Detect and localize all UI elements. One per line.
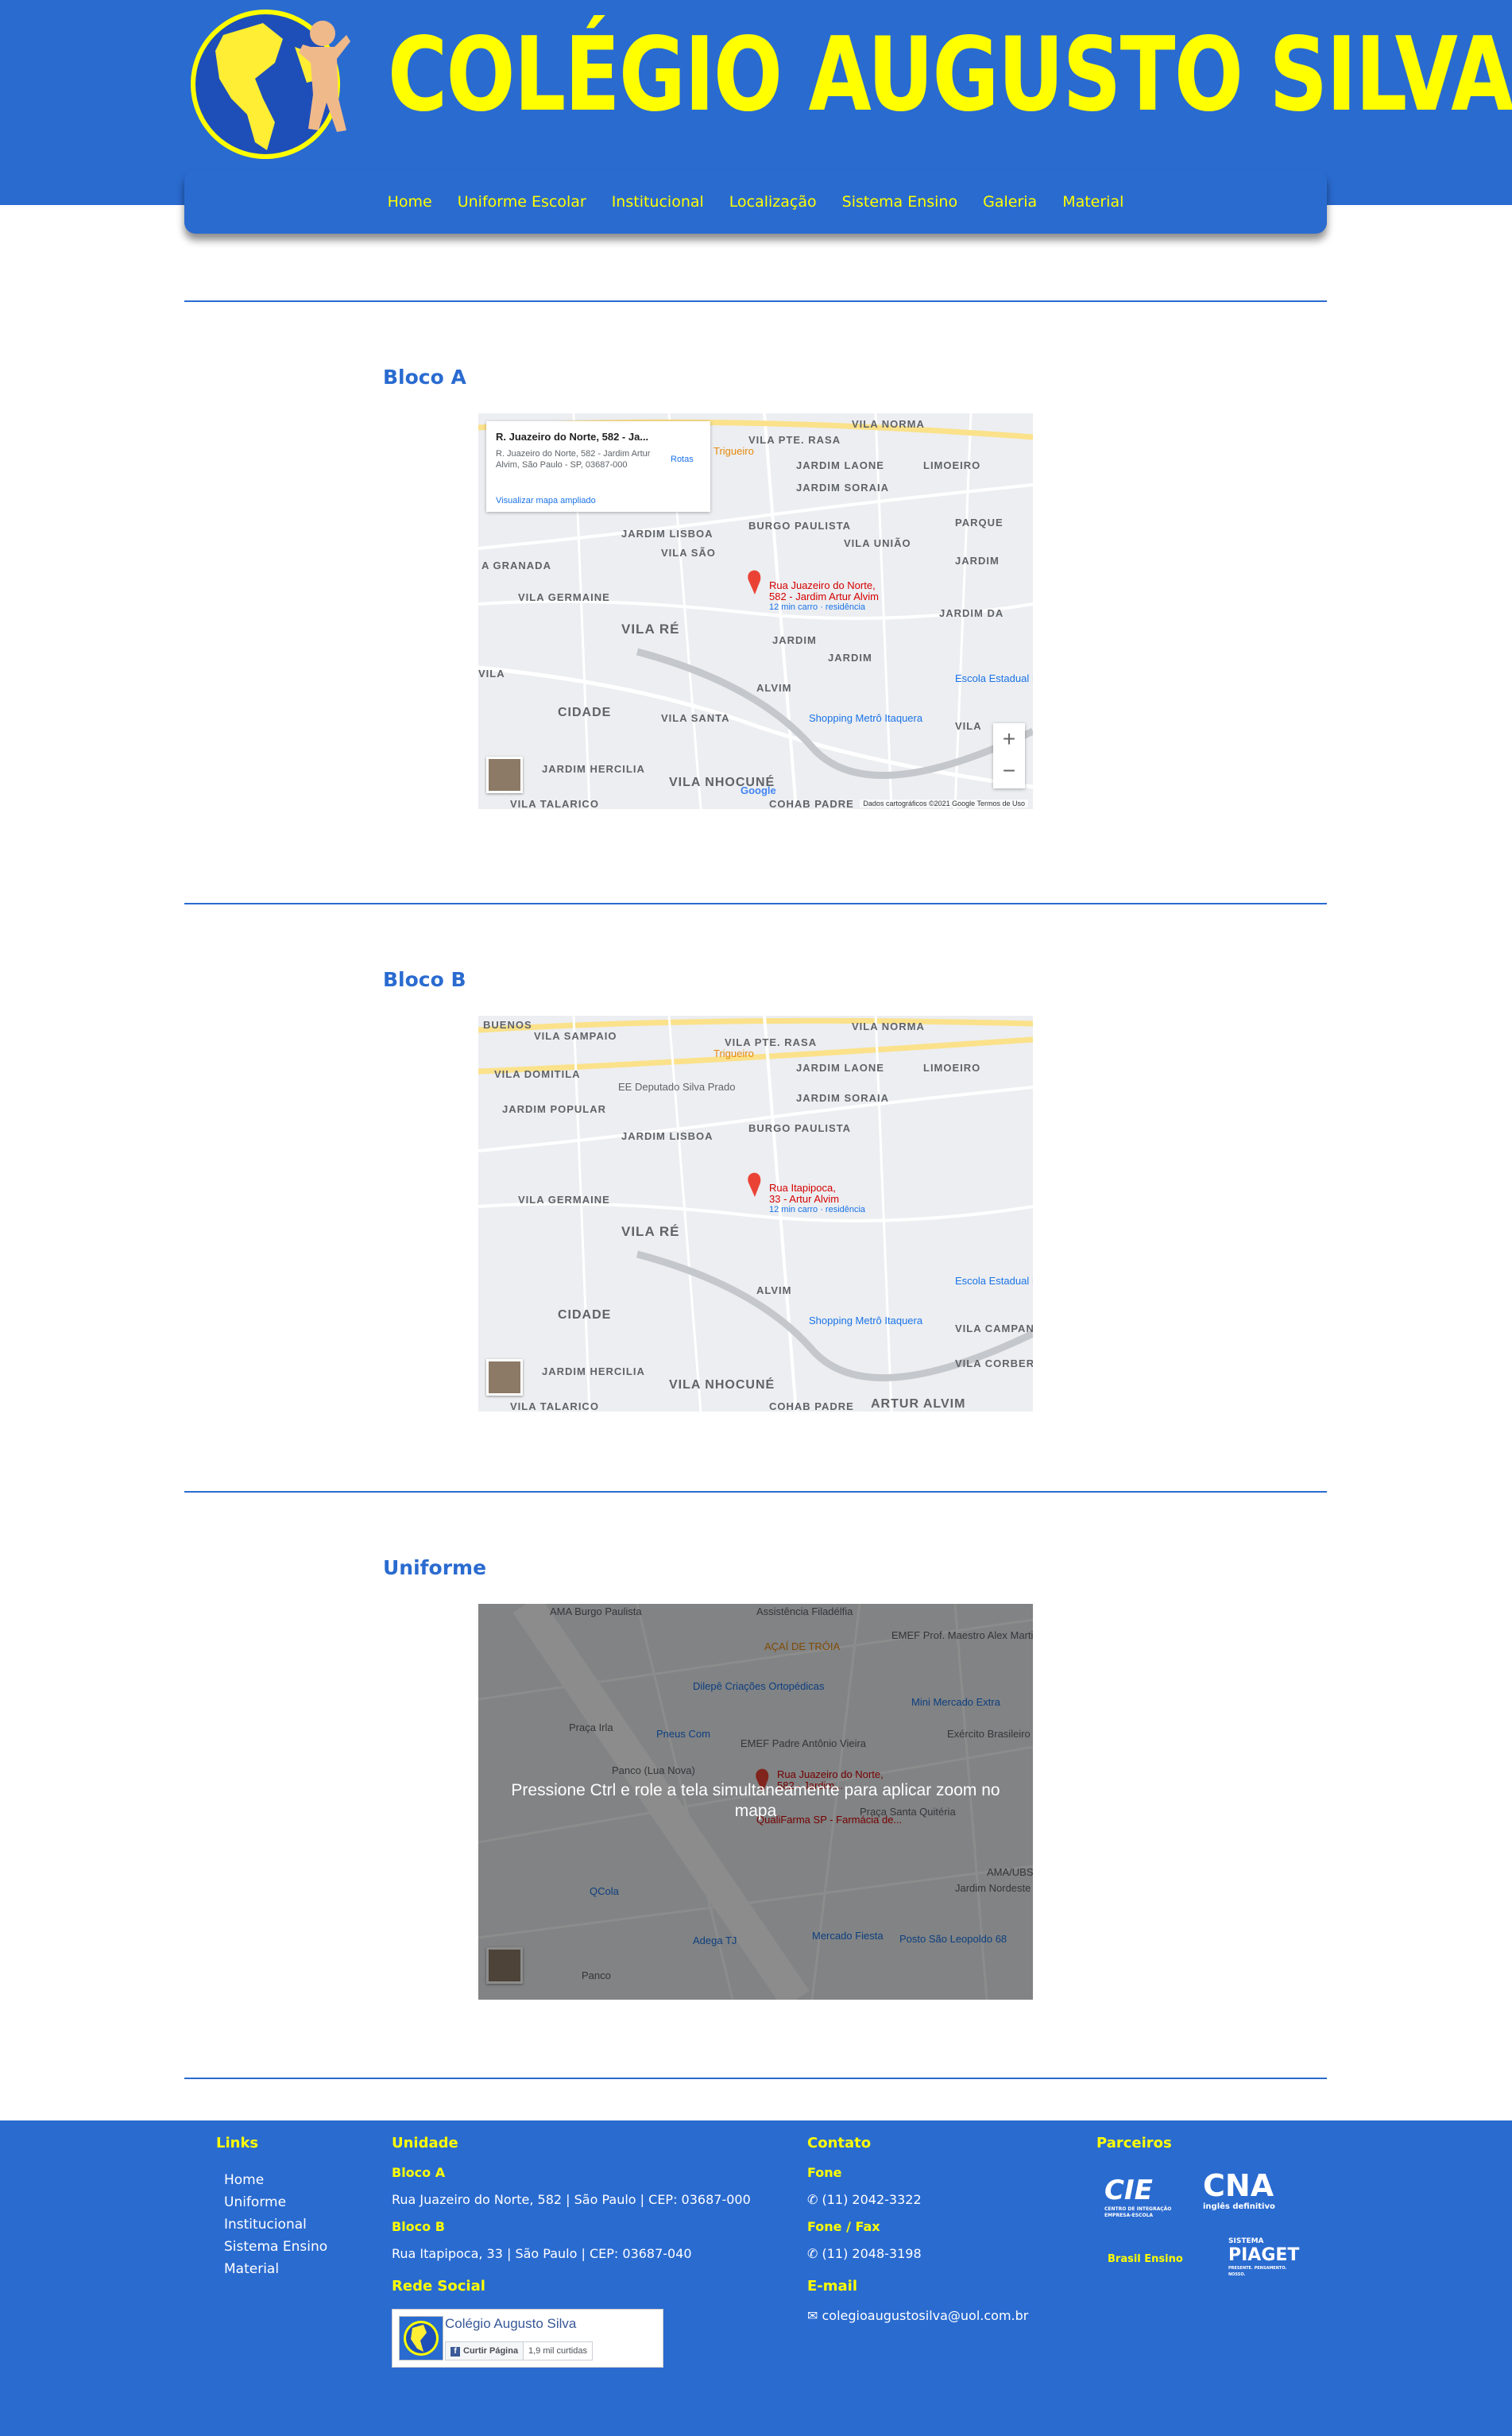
map-infobox: R. Juazeiro do Norte, 582 - Ja... R. Jua… <box>486 421 710 512</box>
facebook-like-button[interactable]: f Curtir Página <box>445 2341 524 2360</box>
map-bloco-b[interactable]: BUENOS VILA SAMPAIO VILA NORMA VILA PTE.… <box>478 1016 1033 1412</box>
directions-link[interactable]: Rotas <box>671 455 694 464</box>
footer-unidade-title: Unidade <box>392 2135 458 2151</box>
facebook-page-name[interactable]: Colégio Augusto Silva <box>445 2316 576 2332</box>
section-title-uniforme: Uniforme <box>383 1556 487 1579</box>
footer-link-sistema-ensino[interactable]: Sistema Ensino <box>224 2239 327 2255</box>
partner-logo-cie[interactable]: CIE CENTRO DE INTEGRAÇÃO EMPRESA-ESCOLA <box>1104 2175 1190 2218</box>
main-navigation: Home Uniforme Escolar Institucional Loca… <box>184 170 1327 234</box>
footer-bloco-b-label: Bloco B <box>392 2219 445 2234</box>
view-larger-map-link[interactable]: Visualizar mapa ampliado <box>496 496 596 505</box>
footer-parceiros-title: Parceiros <box>1096 2135 1172 2151</box>
map-uniforme[interactable]: AMA Burgo Paulista Assistência Filadélfi… <box>478 1604 1033 2000</box>
footer-link-institucional[interactable]: Institucional <box>224 2217 307 2233</box>
section-title-bloco-a: Bloco A <box>383 366 466 389</box>
nav-home[interactable]: Home <box>388 193 432 211</box>
section-title-bloco-b: Bloco B <box>383 968 466 991</box>
zoom-out-button[interactable]: − <box>993 755 1025 787</box>
footer-fone-label: Fone <box>807 2165 842 2180</box>
footer-fone[interactable]: ✆ (11) 2042-3322 <box>807 2192 922 2207</box>
nav-localizacao[interactable]: Localização <box>729 193 817 211</box>
footer-contato-title: Contato <box>807 2135 872 2151</box>
nav-uniforme-escolar[interactable]: Uniforme Escolar <box>458 193 586 211</box>
footer-link-home[interactable]: Home <box>224 2172 264 2188</box>
footer-bloco-a-label: Bloco A <box>392 2165 446 2180</box>
satellite-toggle[interactable] <box>486 757 523 793</box>
section-divider <box>184 1491 1327 1493</box>
globe-icon <box>404 2321 439 2356</box>
footer-email-label: E-mail <box>807 2278 858 2295</box>
satellite-toggle[interactable] <box>486 1359 523 1396</box>
partner-logo-piaget[interactable]: SISTEMA PIAGET PRESENTE. PENSAMENTO. NOS… <box>1203 2237 1299 2283</box>
facebook-page-widget[interactable]: Colégio Augusto Silva f Curtir Página 1,9… <box>392 2309 663 2368</box>
footer-social-title: Rede Social <box>392 2278 485 2295</box>
nav-material[interactable]: Material <box>1062 193 1123 211</box>
google-logo: Google <box>741 784 776 796</box>
site-title: COLÉGIO AUGUSTO SILVA <box>388 16 1512 134</box>
nav-sistema-ensino[interactable]: Sistema Ensino <box>842 193 957 211</box>
partner-logo-brasil-ensino[interactable]: Brasil Ensino <box>1108 2249 1187 2270</box>
footer-email[interactable]: ✉ colegioaugustosilva@uol.com.br <box>807 2308 1028 2323</box>
nav-galeria[interactable]: Galeria <box>983 193 1037 211</box>
map-bloco-a[interactable]: VILA NORMA VILA PTE. RASA JARDIM LAONE L… <box>478 413 1033 809</box>
footer-bloco-b-address: Rua Itapipoca, 33 | São Paulo | CEP: 036… <box>392 2246 692 2261</box>
phone-icon: ✆ <box>807 2192 822 2207</box>
footer-fax[interactable]: ✆ (11) 2048-3198 <box>807 2246 922 2261</box>
footer-bloco-a-address: Rua Juazeiro do Norte, 582 | São Paulo |… <box>392 2192 751 2207</box>
section-divider <box>184 903 1327 904</box>
facebook-like-count: 1,9 mil curtidas <box>523 2341 593 2360</box>
phone-icon: ✆ <box>807 2246 822 2261</box>
facebook-page-avatar[interactable] <box>399 2316 443 2360</box>
envelope-icon: ✉ <box>807 2308 822 2323</box>
zoom-hint-overlay: Pressione Ctrl e role a tela simultaneam… <box>478 1604 1033 2000</box>
footer-link-uniforme[interactable]: Uniforme <box>224 2194 286 2210</box>
partner-logo-cna[interactable]: CNA inglês definitivo <box>1203 2170 1290 2214</box>
zoom-control: + − <box>993 723 1025 788</box>
facebook-icon: f <box>451 2347 460 2357</box>
footer-fax-label: Fone / Fax <box>807 2219 880 2234</box>
footer-links-title: Links <box>216 2135 259 2151</box>
section-divider <box>184 300 1327 302</box>
school-logo[interactable] <box>188 3 354 162</box>
zoom-in-button[interactable]: + <box>993 723 1025 755</box>
section-divider <box>184 2078 1327 2079</box>
nav-institucional[interactable]: Institucional <box>612 193 704 211</box>
footer-link-material[interactable]: Material <box>224 2261 279 2277</box>
map-attribution[interactable]: Dados cartográficos ©2021 Google Termos … <box>860 800 1028 807</box>
zoom-hint-text: Pressione Ctrl e role a tela simultaneam… <box>511 1781 1000 1820</box>
